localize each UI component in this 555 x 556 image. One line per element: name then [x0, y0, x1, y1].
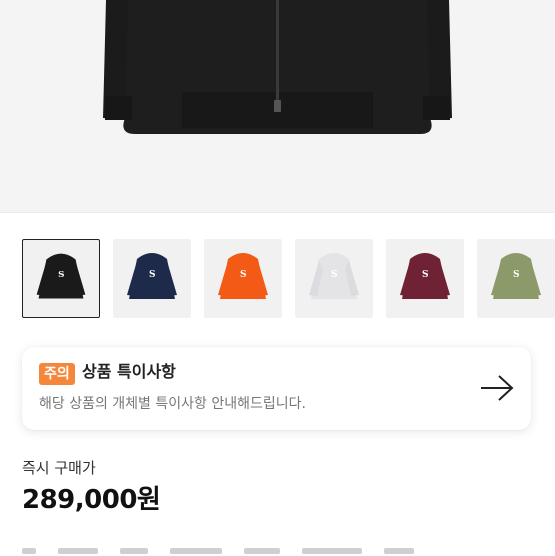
thumbnail-olive[interactable]: S: [477, 239, 555, 318]
svg-text:S: S: [240, 270, 247, 280]
svg-text:S: S: [58, 270, 64, 280]
hoodie-thumbnail-icon: S: [400, 253, 450, 299]
hoodie-thumbnail-icon: S: [127, 253, 177, 299]
hero-divider: [0, 212, 555, 213]
hoodie-thumbnail-icon: S: [309, 253, 359, 299]
color-thumbnail-strip: S S S S S S: [22, 239, 555, 320]
product-notice-card[interactable]: 주의 상품 특이사항 해당 상품의 개체별 특이사항 안내해드립니다.: [22, 347, 531, 430]
black-hoodie-image: [103, 0, 452, 134]
thumbnail-light-gray[interactable]: S: [295, 239, 373, 318]
svg-text:S: S: [149, 270, 156, 280]
svg-text:S: S: [422, 270, 429, 280]
instant-buy-label: 즉시 구매가: [22, 459, 96, 477]
thumbnail-black[interactable]: S: [22, 239, 100, 318]
thumbnail-navy[interactable]: S: [113, 239, 191, 318]
svg-text:S: S: [513, 270, 520, 280]
notice-description: 해당 상품의 개체별 특이사항 안내해드립니다.: [39, 396, 306, 412]
hoodie-thumbnail-icon: S: [36, 253, 86, 299]
svg-text:S: S: [331, 270, 338, 280]
caution-badge: 주의: [39, 363, 75, 385]
arrow-right-icon[interactable]: [479, 374, 515, 402]
product-hero-image: [0, 0, 555, 212]
thumbnail-burgundy[interactable]: S: [386, 239, 464, 318]
thumbnail-orange[interactable]: S: [204, 239, 282, 318]
instant-buy-price: 289,000원: [22, 485, 161, 515]
hoodie-thumbnail-icon: S: [491, 253, 541, 299]
hoodie-thumbnail-icon: S: [218, 253, 268, 299]
notice-title: 상품 특이사항: [82, 362, 176, 381]
